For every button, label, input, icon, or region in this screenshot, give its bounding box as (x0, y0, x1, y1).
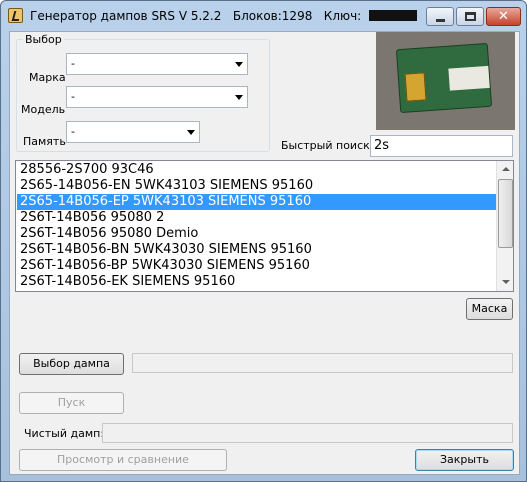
scroll-thumb[interactable] (498, 179, 513, 248)
close-button[interactable]: Закрыть (415, 449, 514, 471)
minimize-icon (436, 19, 445, 22)
arrow-down-icon (502, 280, 510, 284)
list-item[interactable]: 2S6T-14B056-BN 5WK43030 SIEMENS 95160 (17, 242, 497, 258)
dump-listbox[interactable]: 28556-2S700 93C46 2S65-14B056-EN 5WK4310… (15, 160, 514, 292)
model-value: - (71, 90, 75, 103)
list-item[interactable]: 2S6T-14B056 95080 Demio (17, 226, 497, 242)
clean-dump-field (102, 423, 513, 443)
title-bar[interactable]: Генератор дампов SRS V 5.2.2 Блоков:1298… (1, 1, 526, 31)
list-item-selected[interactable]: 2S65-14B056-EP 5WK43103 SIEMENS 95160 (17, 194, 497, 210)
model-combobox[interactable]: - (66, 86, 248, 108)
app-window: Генератор дампов SRS V 5.2.2 Блоков:1298… (0, 0, 527, 482)
window-title: Генератор дампов SRS V 5.2.2 Блоков:1298… (30, 9, 418, 23)
airbag-module-image (395, 42, 493, 114)
connector-shape (404, 72, 427, 102)
redacted-key-mask (369, 10, 418, 21)
view-compare-button[interactable]: Просмотр и сравнение (19, 449, 227, 471)
title-key-label: Ключ: (323, 9, 362, 23)
make-value: - (71, 57, 75, 70)
chevron-down-icon (187, 130, 195, 135)
list-item[interactable]: 2S6T-14B056-EK SIEMENS 95160 (17, 274, 497, 290)
make-label: Марка (29, 71, 66, 84)
mask-button[interactable]: Маска (466, 298, 513, 320)
chevron-down-icon (235, 95, 243, 100)
list-item[interactable]: 2S6T-14B056 95080 2 (17, 210, 497, 226)
maximize-icon (465, 12, 476, 21)
dump-path-field (132, 353, 513, 373)
close-icon: ✕ (498, 9, 509, 24)
list-scrollbar[interactable] (496, 161, 513, 291)
quick-search-label: Быстрый поиск: (281, 139, 374, 152)
list-item[interactable]: 28556-2S700 93C46 (17, 162, 497, 178)
chevron-down-icon (235, 62, 243, 67)
close-window-button[interactable]: ✕ (486, 7, 521, 26)
app-icon[interactable] (8, 8, 23, 23)
module-photo (376, 32, 515, 130)
title-blocks-count: Блоков:1298 (232, 9, 313, 23)
client-area: Выбор Марка - Модель - Память - Быстрый … (9, 31, 520, 475)
groupbox-caption: Выбор (23, 33, 64, 46)
make-combobox[interactable]: - (66, 53, 248, 75)
selection-groupbox: Выбор Марка - Модель - Память - (16, 33, 270, 152)
maximize-button[interactable] (456, 7, 484, 26)
quick-search-input[interactable]: 2s (370, 135, 513, 157)
arrow-up-icon (502, 167, 510, 171)
clean-dump-label: Чистый дамп: (24, 427, 105, 440)
sticker-shape (448, 65, 490, 91)
model-label: Модель (21, 103, 66, 116)
quick-search-value: 2s (374, 138, 390, 153)
title-app-name: Генератор дампов SRS V 5.2.2 (30, 9, 222, 23)
memory-label: Память (23, 135, 66, 148)
list-item[interactable]: 2S6T-14B056-BP 5WK43030 SIEMENS 95160 (17, 258, 497, 274)
memory-value: - (71, 125, 75, 138)
scroll-down-button[interactable] (498, 274, 513, 290)
minimize-button[interactable] (426, 7, 454, 26)
select-dump-button[interactable]: Выбор дампа (19, 353, 124, 375)
memory-combobox[interactable]: - (66, 121, 200, 143)
list-item[interactable]: 2S65-14B056-EN 5WK43103 SIEMENS 95160 (17, 178, 497, 194)
start-button[interactable]: Пуск (19, 392, 124, 414)
scroll-up-button[interactable] (498, 162, 513, 178)
